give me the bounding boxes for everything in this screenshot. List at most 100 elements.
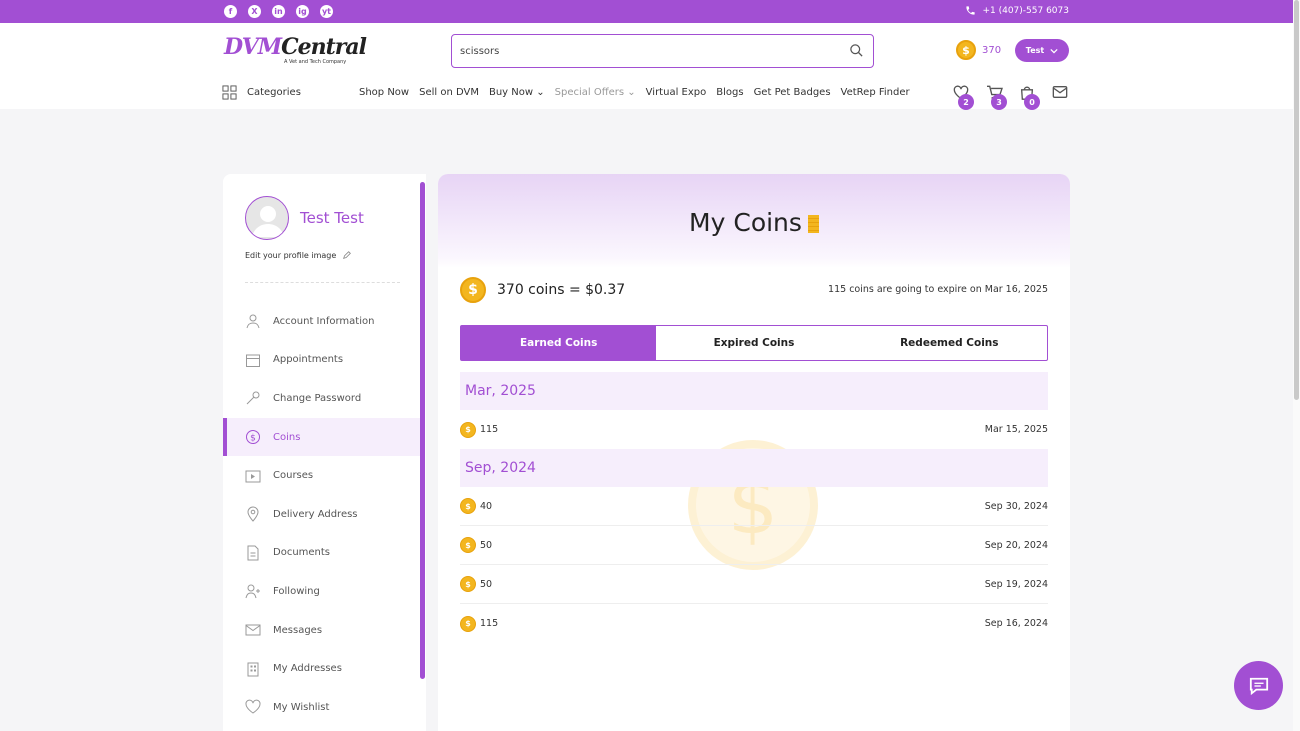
month-header: Sep, 2024 [460,449,1048,487]
x-twitter-icon[interactable]: X [248,5,261,18]
page-scrollbar-thumb[interactable] [1294,0,1299,400]
list-item: $50 Sep 20, 2024 [460,526,1048,565]
user-plus-icon [245,584,260,599]
site-header: DVMCentral A Vet and Tech Company $ 370 … [0,23,1293,110]
sidebar-item-messages[interactable]: Messages [223,611,420,650]
chevron-down-icon [1050,48,1058,53]
header-coin-count: 370 [982,44,1002,56]
wishlist-count-badge: 2 [958,94,974,110]
document-icon [247,545,259,561]
linkedin-icon[interactable]: in [272,5,285,18]
coin-date: Sep 30, 2024 [984,500,1048,512]
sidebar-item-appointments[interactable]: Appointments [223,341,420,380]
categories-label: Categories [247,87,301,98]
coin-date: Mar 15, 2025 [984,424,1048,435]
nav-buy-now[interactable]: Buy Now ⌄ [489,87,545,98]
logo-central: Central [281,34,367,60]
cart-button[interactable]: 3 [986,85,1007,110]
sidebar-item-label: Messages [273,624,323,636]
cart-count-badge: 3 [991,94,1007,110]
sidebar-item-coins[interactable]: $ Coins [223,417,420,457]
sidebar-item-change-password[interactable]: Change Password [223,379,420,418]
search-input[interactable] [460,36,840,66]
sidebar-item-courses[interactable]: Courses [223,456,420,495]
user-icon [246,314,260,329]
sidebar-item-label: Appointments [273,354,344,366]
page-title: My Coins [438,208,1070,237]
youtube-icon[interactable]: yt [320,5,333,18]
nav-virtual-expo[interactable]: Virtual Expo [646,87,707,98]
month-header: Mar, 2025 [460,372,1048,410]
sidebar-item-documents[interactable]: Documents [223,534,420,573]
coins-hero: My Coins [438,174,1070,268]
edit-profile-image-link[interactable]: Edit your profile image [245,250,352,260]
facebook-icon[interactable]: f [224,5,237,18]
sidebar-item-label: Change Password [273,392,362,404]
mail-icon [1052,86,1068,98]
nav-shop-now[interactable]: Shop Now [359,87,409,98]
play-icon [245,470,261,483]
key-icon [246,391,260,405]
messages-button[interactable] [1052,85,1070,101]
bag-button[interactable]: 0 [1019,85,1040,110]
page-scrollbar[interactable] [1293,0,1300,731]
calendar-icon [246,354,260,367]
nav-blogs[interactable]: Blogs [716,87,743,98]
search-icon[interactable] [849,43,864,58]
site-logo[interactable]: DVMCentral A Vet and Tech Company [224,34,367,66]
coin-date: Sep 20, 2024 [984,539,1048,551]
nav-get-pet-badges[interactable]: Get Pet Badges [754,87,831,98]
sidebar-item-following[interactable]: Following [223,572,420,611]
categories-menu[interactable]: Categories [222,85,301,100]
tab-expired-coins[interactable]: Expired Coins [656,326,851,360]
coin-icon: $ [460,277,486,303]
sidebar-scrollbar[interactable] [420,182,425,679]
profile-avatar[interactable] [245,196,289,240]
sidebar-item-delivery-address[interactable]: Delivery Address [223,495,420,534]
phone-contact[interactable]: +1 (407)-557 6073 [965,5,1069,16]
coin-amount: 40 [480,500,493,512]
coin-amount: 115 [480,618,499,629]
sidebar-item-my-wishlist[interactable]: My Wishlist [223,688,420,727]
profile-name: Test Test [300,209,364,227]
coin-amount: 50 [480,539,493,551]
coin-amount: 115 [480,424,499,435]
chat-button[interactable] [1234,661,1283,710]
phone-icon [966,6,976,15]
coin-icon: $ [460,576,476,592]
coins-expire-note: 115 coins are going to expire on Mar 16,… [828,284,1048,295]
sidebar-item-my-addresses[interactable]: My Addresses [223,649,420,688]
sidebar-item-label: Account Information [273,315,375,327]
edit-profile-image-label: Edit your profile image [245,250,337,260]
tab-earned-coins[interactable]: Earned Coins [461,326,657,360]
heart-icon [245,699,261,714]
instagram-icon[interactable]: ig [296,5,309,18]
sidebar-item-label: My Addresses [273,663,342,675]
header-coins[interactable]: $ 370 [956,40,1001,60]
sidebar-item-label: Coins [273,431,301,443]
coins-tabs: Earned Coins Expired Coins Redeemed Coin… [460,325,1048,361]
logo-tagline: A Vet and Tech Company [284,59,347,65]
sidebar-item-label: Delivery Address [273,508,358,520]
coins-history-list: Mar, 2025 $115 Mar 15, 2025 Sep, 2024 $4… [460,372,1048,643]
coins-total-value: 370 coins = $0.37 [497,282,626,298]
nav-buy-now-label: Buy Now [488,87,534,98]
coin-icon: $ [956,40,976,60]
chevron-down-icon: ⌄ [536,87,545,98]
nav-sell-on-dvm[interactable]: Sell on DVM [419,87,479,98]
nav-icons: 2 3 0 [953,85,1070,110]
nav-vetrep-finder[interactable]: VetRep Finder [841,87,910,98]
sidebar-menu: Account Information Appointments Change … [223,302,420,727]
list-item: $40 Sep 30, 2024 [460,487,1048,526]
phone-number: +1 (407)-557 6073 [982,5,1069,16]
main-nav: Categories Shop Now Sell on DVM Buy Now … [222,85,1070,110]
coin-amount: 50 [480,578,493,590]
sidebar-item-account-information[interactable]: Account Information [223,302,420,341]
mail-icon [245,624,261,636]
chat-icon [1249,677,1268,695]
nav-special-offers[interactable]: Special Offers ⌄ [555,87,636,98]
tab-redeemed-coins[interactable]: Redeemed Coins [852,326,1047,360]
user-menu-button[interactable]: Test [1015,39,1069,62]
wishlist-button[interactable]: 2 [953,85,974,110]
list-item: $50 Sep 19, 2024 [460,565,1048,604]
